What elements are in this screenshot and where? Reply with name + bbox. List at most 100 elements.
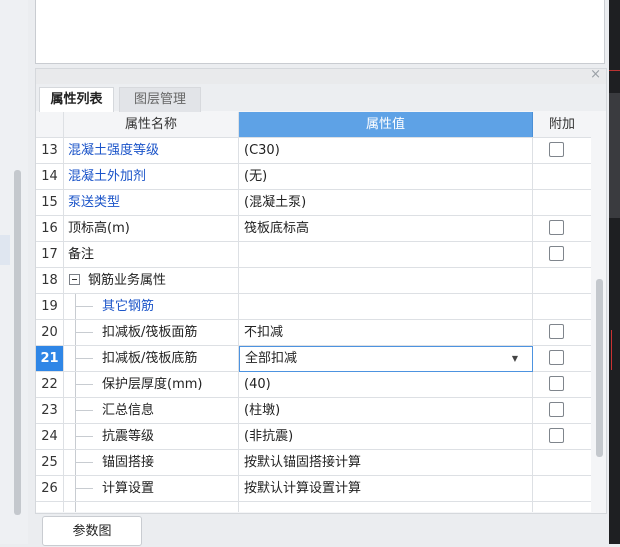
table-row-partial[interactable] (36, 502, 591, 512)
additional-cell (533, 164, 591, 189)
table-row[interactable]: 14 混凝土外加剂 (无) (36, 164, 591, 190)
canvas-line (609, 70, 620, 71)
table-row[interactable]: 16 顶标高(m) 筏板底标高 (36, 216, 591, 242)
additional-checkbox[interactable] (549, 246, 564, 261)
canvas-scrollbar[interactable] (609, 93, 620, 218)
additional-checkbox[interactable] (549, 142, 564, 157)
table-row[interactable]: 18 钢筋业务属性 (36, 268, 591, 294)
additional-cell (533, 502, 591, 512)
header-row-number (36, 112, 64, 137)
table-row[interactable]: 26 计算设置 按默认计算设置计算 (36, 476, 591, 502)
row-number: 13 (36, 138, 64, 163)
property-value[interactable]: (柱墩) (239, 398, 533, 423)
property-name: 钢筋业务属性 (88, 273, 167, 288)
tree-guide-line (75, 462, 93, 463)
panel-title-bar: × (36, 67, 606, 84)
table-row[interactable]: 13 混凝土强度等级 (C30) (36, 138, 591, 164)
additional-checkbox[interactable] (549, 376, 564, 391)
property-value (239, 294, 533, 319)
tree-guide-line (75, 306, 93, 307)
tree-guide-line (75, 436, 93, 437)
table-row[interactable]: 20 扣减板/筏板面筋 不扣减 (36, 320, 591, 346)
row-number: 14 (36, 164, 64, 189)
additional-checkbox[interactable] (549, 220, 564, 235)
row-number: 26 (36, 476, 64, 501)
property-grid: 属性名称 属性值 附加 13 混凝土强度等级 (C30) 14 混凝土外加剂 (… (36, 112, 591, 512)
row-number: 22 (36, 372, 64, 397)
additional-cell (533, 450, 591, 475)
close-icon[interactable]: × (590, 67, 601, 82)
property-name-cell: 保护层厚度(mm) (64, 372, 239, 397)
tab-layer-management[interactable]: 图层管理 (119, 87, 201, 112)
property-panel: × 属性列表 图层管理 属性名称 属性值 附加 13 混凝土强度等级 (C30)… (35, 67, 607, 514)
property-name: 混凝土外加剂 (64, 164, 239, 189)
additional-checkbox[interactable] (549, 324, 564, 339)
additional-cell (533, 398, 591, 423)
table-row[interactable]: 25 锚固搭接 按默认锚固搭接计算 (36, 450, 591, 476)
tree-guide-line (75, 410, 93, 411)
property-name: 汇总信息 (102, 403, 155, 418)
property-value[interactable]: (C30) (239, 138, 533, 163)
caret-down-icon[interactable]: ▼ (512, 347, 518, 371)
dropdown-selected-value: 全部扣减 (245, 351, 298, 366)
property-name-cell: 其它钢筋 (64, 294, 239, 319)
property-value[interactable]: 不扣减 (239, 320, 533, 345)
table-row[interactable]: 23 汇总信息 (柱墩) (36, 398, 591, 424)
row-number: 18 (36, 268, 64, 293)
canvas-drawing-fragment (611, 330, 620, 370)
additional-cell (533, 242, 591, 267)
tree-guide-line (75, 502, 76, 512)
additional-cell (533, 294, 591, 319)
additional-checkbox[interactable] (549, 402, 564, 417)
property-name: 其它钢筋 (102, 299, 155, 314)
parameter-diagram-button[interactable]: 参数图 (42, 516, 142, 546)
collapse-minus-icon[interactable] (69, 274, 80, 285)
property-value[interactable]: (混凝土泵) (239, 190, 533, 215)
property-name: 顶标高(m) (64, 216, 239, 241)
additional-cell (533, 138, 591, 163)
table-row[interactable]: 24 抗震等级 (非抗震) (36, 424, 591, 450)
property-name-cell: 计算设置 (64, 476, 239, 501)
additional-checkbox[interactable] (549, 350, 564, 365)
left-side-panel (0, 0, 28, 544)
row-number (36, 502, 64, 512)
table-row[interactable]: 17 备注 (36, 242, 591, 268)
property-value[interactable]: 按默认锚固搭接计算 (239, 450, 533, 475)
upper-component-list-panel (35, 0, 605, 64)
property-name: 泵送类型 (64, 190, 239, 215)
scrollbar-thumb[interactable] (596, 279, 603, 457)
table-row[interactable]: 15 泵送类型 (混凝土泵) (36, 190, 591, 216)
property-name-cell: 锚固搭接 (64, 450, 239, 475)
header-property-value[interactable]: 属性值 (239, 112, 533, 137)
property-value[interactable] (239, 242, 533, 267)
property-value[interactable]: (无) (239, 164, 533, 189)
additional-cell (533, 190, 591, 215)
table-row-selected[interactable]: 21 扣减板/筏板底筋 全部扣减 ▼ (36, 346, 591, 372)
additional-cell (533, 216, 591, 241)
property-value[interactable]: 按默认计算设置计算 (239, 476, 533, 501)
property-name-cell: 扣减板/筏板底筋 (64, 346, 239, 371)
header-property-name[interactable]: 属性名称 (64, 112, 239, 137)
table-row[interactable]: 22 保护层厚度(mm) (40) (36, 372, 591, 398)
property-value[interactable]: (非抗震) (239, 424, 533, 449)
tree-guide-line (75, 358, 93, 359)
property-name-cell (64, 502, 239, 512)
additional-cell (533, 320, 591, 345)
left-panel-scrollbar[interactable] (14, 170, 21, 515)
tree-guide-line (75, 332, 93, 333)
drawing-canvas-edge (609, 0, 620, 544)
header-additional[interactable]: 附加 (533, 112, 591, 137)
additional-cell (533, 424, 591, 449)
property-value[interactable]: 筏板底标高 (239, 216, 533, 241)
property-value[interactable] (239, 502, 533, 512)
tab-property-list[interactable]: 属性列表 (39, 87, 114, 112)
row-number: 19 (36, 294, 64, 319)
property-value-dropdown[interactable]: 全部扣减 ▼ (239, 346, 533, 372)
table-row[interactable]: 19 其它钢筋 (36, 294, 591, 320)
property-value[interactable]: (40) (239, 372, 533, 397)
additional-cell (533, 476, 591, 501)
additional-cell (533, 268, 591, 293)
property-name: 计算设置 (102, 481, 155, 496)
additional-checkbox[interactable] (549, 428, 564, 443)
property-grid-scrollbar[interactable] (592, 112, 606, 512)
